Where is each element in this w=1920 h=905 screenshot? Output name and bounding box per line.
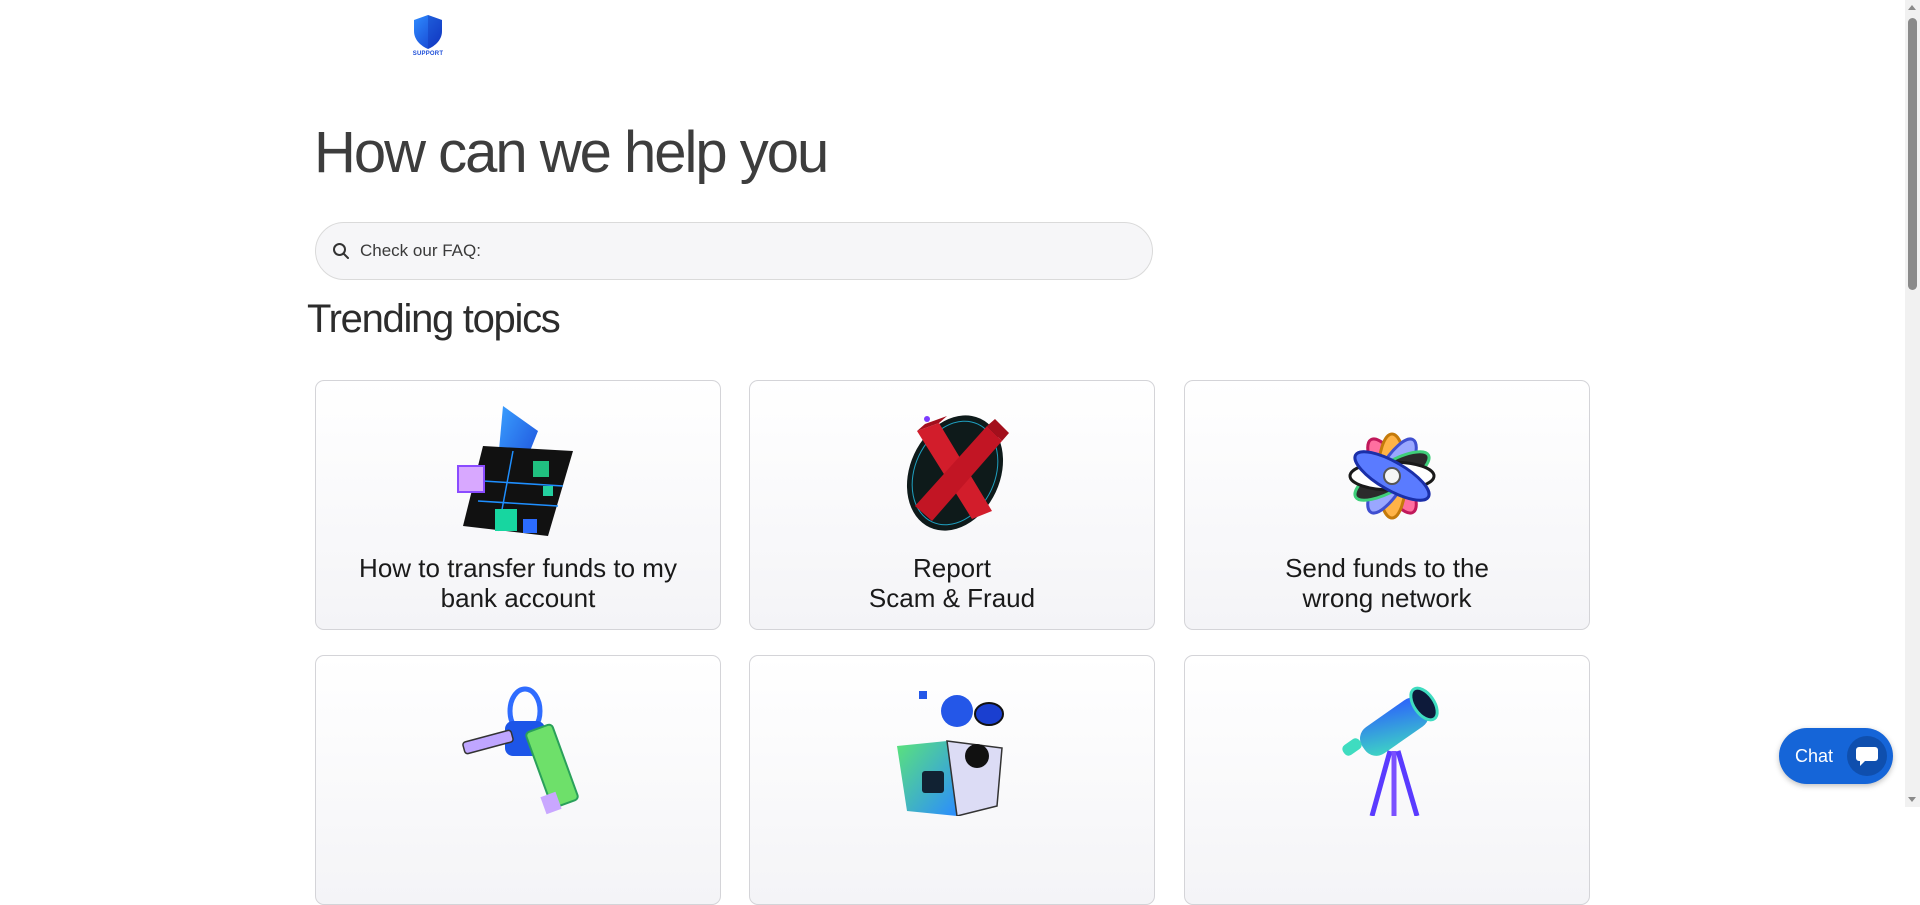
scroll-up-arrow-icon[interactable]: [1908, 5, 1916, 10]
support-logo[interactable]: SUPPORT: [410, 14, 446, 60]
topic-card-label: Send funds to the wrong network: [1285, 553, 1489, 613]
scrollbar-thumb[interactable]: [1908, 18, 1917, 290]
chat-button[interactable]: Chat: [1779, 728, 1893, 784]
scroll-down-arrow-icon[interactable]: [1908, 797, 1916, 802]
shield-icon: [414, 15, 442, 49]
chat-bubble-icon: [1847, 736, 1887, 776]
faq-search-input[interactable]: [358, 240, 1122, 262]
wallet-icon: [897, 691, 1004, 816]
card-transfer-icon: [457, 406, 573, 536]
logo-text: SUPPORT: [412, 51, 444, 57]
page-scrollbar[interactable]: [1905, 0, 1920, 807]
topic-card-keys[interactable]: [315, 655, 721, 905]
trending-topics-title: Trending topics: [307, 297, 561, 341]
topic-card-wallet[interactable]: [749, 655, 1155, 905]
topic-card-telescope[interactable]: [1184, 655, 1590, 905]
coins-fan-icon: [1348, 432, 1436, 520]
topic-card-wrong-network[interactable]: Send funds to the wrong network: [1184, 380, 1590, 630]
red-x-icon: [906, 415, 1009, 531]
search-icon: [332, 242, 350, 260]
topic-card-report-scam[interactable]: Report Scam & Fraud: [749, 380, 1155, 630]
faq-search-bar[interactable]: [315, 222, 1153, 280]
keys-icon: [462, 686, 579, 815]
chat-label: Chat: [1795, 745, 1834, 766]
topic-card-label: How to transfer funds to my bank account: [359, 553, 677, 613]
topic-card-transfer-funds[interactable]: How to transfer funds to my bank account: [315, 380, 721, 630]
page-title: How can we help you: [314, 120, 829, 185]
topic-card-label: Report Scam & Fraud: [868, 553, 1036, 613]
telescope-icon: [1342, 686, 1439, 816]
